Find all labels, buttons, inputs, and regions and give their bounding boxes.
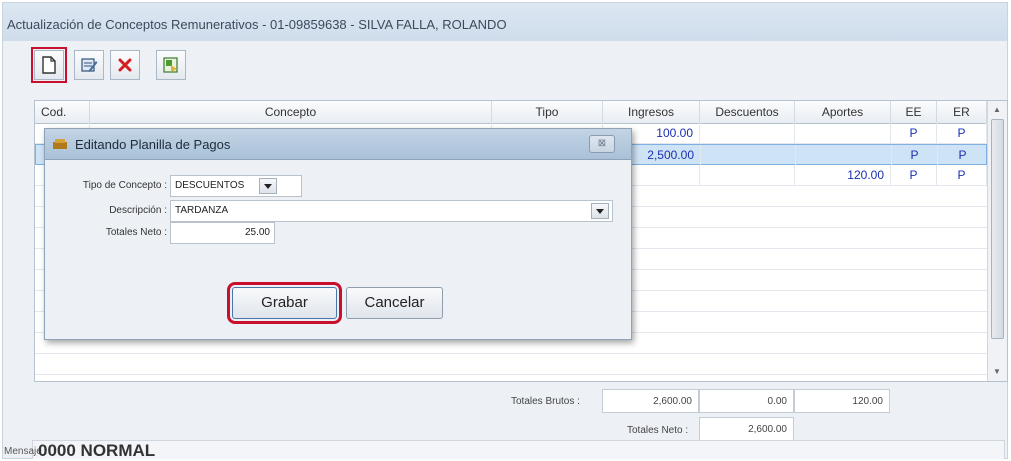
message-value: 0000 NORMAL <box>38 441 156 460</box>
column-header-descuentos[interactable]: Descuentos <box>700 101 795 123</box>
cell-er: P <box>937 123 987 143</box>
grid-header: Cod. Concepto Tipo Ingresos Descuentos A… <box>35 101 1007 124</box>
column-header-tipo[interactable]: Tipo <box>492 101 603 123</box>
column-header-ingresos[interactable]: Ingresos <box>603 101 700 123</box>
tipo-concepto-select[interactable]: DESCUENTOS <box>170 175 302 197</box>
column-header-ee[interactable]: EE <box>891 101 937 123</box>
cell-ee: P <box>891 165 937 185</box>
dialog-body: Tipo de Concepto : DESCUENTOS Descripció… <box>45 160 631 339</box>
totales-neto-field-label: Totales Neto : <box>105 227 167 238</box>
edit-button[interactable] <box>74 50 104 80</box>
cell-aportes: 120.00 <box>795 165 891 185</box>
dialog-title: Editando Planilla de Pagos <box>75 137 231 152</box>
chevron-down-icon[interactable] <box>591 203 609 219</box>
scroll-thumb[interactable] <box>991 119 1004 339</box>
tipo-concepto-value: DESCUENTOS <box>175 180 245 191</box>
cell-aportes <box>796 145 892 165</box>
descripcion-value: TARDANZA <box>175 205 229 216</box>
vertical-scrollbar[interactable]: ▲ ▼ <box>987 101 1007 381</box>
dialog-title-bar[interactable]: Editando Planilla de Pagos ⊠ <box>45 129 631 160</box>
empty-row <box>35 354 987 375</box>
cell-er: P <box>938 145 988 165</box>
totales-brutos-ingresos: 2,600.00 <box>602 389 699 413</box>
cancel-button[interactable]: Cancelar <box>346 287 443 319</box>
scroll-up-icon[interactable]: ▲ <box>993 105 1001 114</box>
totales-neto-input[interactable]: 25.00 <box>170 222 275 244</box>
new-button[interactable] <box>31 47 67 83</box>
new-document-icon <box>42 56 56 74</box>
cell-descuentos <box>700 123 795 143</box>
cell-descuentos <box>701 145 796 165</box>
edit-icon <box>81 58 98 72</box>
message-bar <box>32 440 1005 459</box>
totales-brutos-label: Totales Brutos : <box>511 396 580 407</box>
close-icon[interactable]: ⊠ <box>589 135 615 153</box>
column-header-concepto[interactable]: Concepto <box>90 101 492 123</box>
descripcion-select[interactable]: TARDANZA <box>170 200 613 222</box>
column-header-cod[interactable]: Cod. <box>35 101 90 123</box>
app-icon <box>53 139 67 149</box>
export-excel-icon <box>163 57 178 73</box>
window-title: Actualización de Conceptos Remunerativos… <box>7 17 507 32</box>
totales-brutos-descuentos: 0.00 <box>699 389 794 413</box>
totales-neto-value: 2,600.00 <box>699 417 794 441</box>
edit-dialog: Editando Planilla de Pagos ⊠ Tipo de Con… <box>44 128 632 340</box>
chevron-down-icon[interactable] <box>259 178 277 194</box>
totales-brutos-aportes: 120.00 <box>794 389 890 413</box>
export-button[interactable] <box>156 50 186 80</box>
totales-neto-label: Totales Neto : <box>627 425 689 436</box>
delete-button[interactable] <box>110 50 140 80</box>
cell-ee: P <box>891 123 937 143</box>
descripcion-label: Descripción : <box>109 205 167 216</box>
cell-descuentos <box>700 165 795 185</box>
column-header-er[interactable]: ER <box>937 101 987 123</box>
title-bar: Actualización de Conceptos Remunerativos… <box>3 3 1007 41</box>
save-button[interactable]: Grabar <box>227 282 342 324</box>
scroll-down-icon[interactable]: ▼ <box>993 367 1001 376</box>
cell-ee: P <box>892 145 938 165</box>
column-header-aportes[interactable]: Aportes <box>795 101 891 123</box>
tipo-concepto-label: Tipo de Concepto : <box>82 180 167 191</box>
delete-icon <box>118 58 132 72</box>
cell-aportes <box>795 123 891 143</box>
cell-er: P <box>937 165 987 185</box>
